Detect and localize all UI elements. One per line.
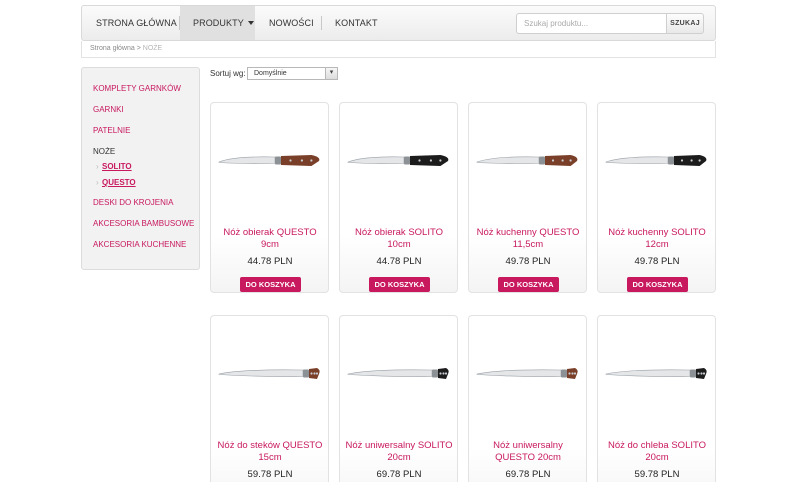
product-card[interactable]: Nóż obierak SOLITO 10cm 44.78 PLN DO KOSZY… <box>339 102 458 293</box>
sort-select[interactable]: Domyślnie ▾ <box>247 67 338 80</box>
sidebar-item-garnki[interactable]: GARNKI <box>93 105 124 114</box>
knife-image[interactable] <box>215 354 325 394</box>
knife-image[interactable] <box>215 141 325 181</box>
product-price: 69.78 PLN <box>505 469 551 480</box>
product-card[interactable]: Nóż do chleba SOLITO 20cm59.78 PLNDO KOS… <box>597 315 716 482</box>
sidebar-item-noze[interactable]: NOŻE <box>93 147 115 156</box>
sidebar-item-akcesoria-bambusowe[interactable]: AKCESORIA BAMBUSOWE <box>93 219 194 228</box>
search-input[interactable] <box>516 13 666 34</box>
nav-products-label: PRODUKTY <box>193 18 244 28</box>
breadcrumb-home[interactable]: Strona główna <box>90 45 135 52</box>
product-name[interactable]: Nóż do chleba SOLITO 20cm <box>602 440 712 464</box>
add-to-cart-button[interactable]: DO KOSZYKA <box>627 277 688 292</box>
sidebar-item-patelnie[interactable]: PATELNIE <box>93 126 131 135</box>
sidebar-item-akcesoria-kuchenne[interactable]: AKCESORIA KUCHENNE <box>93 240 186 249</box>
nav-home[interactable]: STRONA GŁÓWNA <box>96 6 177 40</box>
knife-image[interactable] <box>344 141 454 181</box>
product-price: 69.78 PLN <box>376 469 422 480</box>
product-name[interactable]: Nóż kuchenny SOLITO 12cm <box>602 227 712 251</box>
knife-image[interactable] <box>344 354 454 394</box>
search-button[interactable]: SZUKAJ <box>666 13 704 34</box>
product-name[interactable]: Nóż do steków QUESTO 15cm <box>215 440 325 464</box>
knife-image[interactable] <box>473 354 583 394</box>
breadcrumb-current: NOŻE <box>142 45 163 52</box>
product-name[interactable]: Nóż kuchenny QUESTO 11,5cm <box>473 227 583 251</box>
page: STRONA GŁÓWNA PRODUKTY NOWOŚCI KONTAKT S… <box>0 0 792 482</box>
sidebar-item-deski[interactable]: DESKI DO KROJENIA <box>93 198 173 207</box>
product-card[interactable]: Nóż obierak QUESTO 9cm 44.78 PLN DO KOSZYK… <box>210 102 329 293</box>
sidebar-item-komplety[interactable]: KOMPLETY GARNKÓW <box>93 84 181 93</box>
product-card[interactable]: Nóż kuchenny SOLITO 12cm 49.78 PLN DO KOSZ… <box>597 102 716 293</box>
nav-news[interactable]: NOWOŚCI <box>269 6 314 40</box>
nav-contact[interactable]: KONTAKT <box>335 6 378 40</box>
breadcrumb: Strona główna > NOŻE <box>81 41 716 58</box>
product-card[interactable]: Nóż do steków QUESTO 15cm59.78 PLNDO KOS… <box>210 315 329 482</box>
knife-image[interactable] <box>473 141 583 181</box>
add-to-cart-button[interactable]: DO KOSZYKA <box>369 277 430 292</box>
chevron-down-icon <box>247 21 254 25</box>
product-price: 49.78 PLN <box>505 256 551 267</box>
nav-separator <box>321 16 322 30</box>
main-navbar: STRONA GŁÓWNA PRODUKTY NOWOŚCI KONTAKT S… <box>81 5 716 41</box>
category-sidebar: KOMPLETY GARNKÓW GARNKI PATELNIE NOŻE SO… <box>81 67 200 270</box>
add-to-cart-button[interactable]: DO KOSZYKA <box>240 277 301 292</box>
nav-products[interactable]: PRODUKTY <box>180 6 255 40</box>
product-price: 59.78 PLN <box>634 469 680 480</box>
product-name[interactable]: Nóż obierak SOLITO 10cm <box>344 227 454 251</box>
add-to-cart-button[interactable]: DO KOSZYKA <box>498 277 559 292</box>
product-card[interactable]: Nóż uniwersalny SOLITO 20cm69.78 PLNDO K… <box>339 315 458 482</box>
chevron-down-icon: ▾ <box>325 68 337 79</box>
knife-image[interactable] <box>602 141 712 181</box>
sort-selected-value: Domyślnie <box>254 70 287 77</box>
product-price: 59.78 PLN <box>247 469 293 480</box>
knife-image[interactable] <box>602 354 712 394</box>
product-name[interactable]: Nóż uniwersalny SOLITO 20cm <box>344 440 454 464</box>
product-price: 49.78 PLN <box>634 256 680 267</box>
product-card[interactable]: Nóż uniwersalny QUESTO 20cm69.78 PLNDO K… <box>468 315 587 482</box>
sidebar-subitem-solito[interactable]: SOLITO <box>96 162 132 171</box>
product-card[interactable]: Nóż kuchenny QUESTO 11,5cm 49.78 PLN DO KO… <box>468 102 587 293</box>
product-name[interactable]: Nóż uniwersalny QUESTO 20cm <box>473 440 583 464</box>
product-name[interactable]: Nóż obierak QUESTO 9cm <box>215 227 325 251</box>
product-price: 44.78 PLN <box>247 256 293 267</box>
breadcrumb-separator: > <box>136 45 141 52</box>
sort-label: Sortuj wg: <box>210 69 246 78</box>
product-price: 44.78 PLN <box>376 256 422 267</box>
sidebar-subitem-questo[interactable]: QUESTO <box>96 178 136 187</box>
